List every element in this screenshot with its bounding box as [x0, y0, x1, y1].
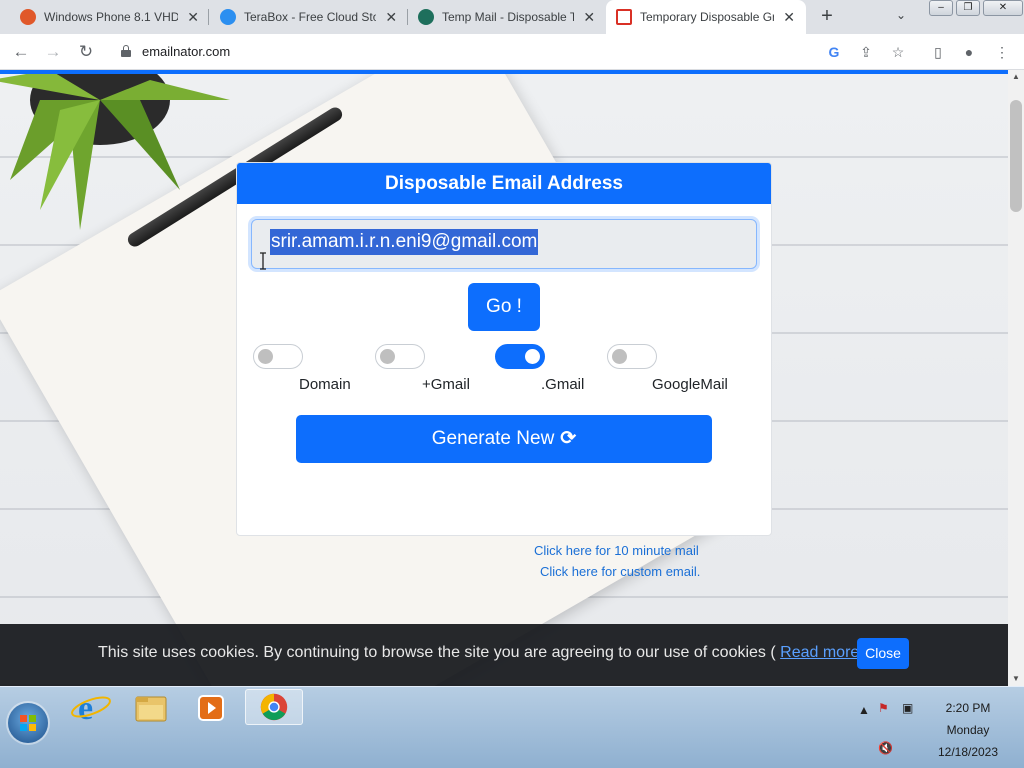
maximize-button[interactable]: ❐: [956, 0, 980, 16]
svg-text:e: e: [78, 690, 93, 725]
scroll-down-arrow-icon[interactable]: ▼: [1008, 672, 1024, 686]
dot-gmail-label: .Gmail: [541, 376, 585, 393]
cookie-banner: This site uses cookies. By continuing to…: [0, 624, 1008, 686]
windows-logo-icon: [20, 715, 36, 731]
window-controls: – ❐ ✕: [926, 0, 1023, 16]
tab-divider: [208, 9, 209, 25]
close-tab-icon[interactable]: ✕: [384, 9, 398, 26]
new-tab-button[interactable]: +: [816, 6, 838, 28]
tab-title: TeraBox - Free Cloud Stor: [244, 10, 377, 24]
custom-email-link[interactable]: Click here for custom email.: [540, 564, 700, 579]
cookie-close-button[interactable]: Close: [857, 638, 909, 669]
share-icon[interactable]: ⇪: [856, 42, 876, 62]
tab-title: Temp Mail - Disposable Te: [442, 10, 575, 24]
top-accent-bar: [0, 70, 1008, 74]
plus-gmail-toggle[interactable]: [375, 344, 425, 369]
clock-day: Monday: [946, 723, 990, 737]
side-panel-icon[interactable]: ▯: [928, 42, 948, 62]
show-hidden-icons-arrow-icon[interactable]: ▲: [858, 703, 870, 717]
volume-muted-icon[interactable]: 🔇: [878, 741, 893, 755]
email-address-selected-text[interactable]: srir.amam.i.r.n.eni9@gmail.com: [270, 229, 539, 255]
email-address-field[interactable]: srir.amam.i.r.n.eni9@gmail.com: [251, 219, 757, 270]
ten-minute-mail-link[interactable]: Click here for 10 minute mail: [534, 543, 699, 558]
reddit-favicon-icon: [20, 9, 36, 25]
page-scrollbar[interactable]: ▲ ▼: [1008, 70, 1024, 686]
tab-windows-phone[interactable]: Windows Phone 8.1 VHD ✕: [10, 0, 210, 34]
generate-new-button[interactable]: Generate New ⟳: [296, 415, 712, 463]
chrome-taskbar-icon[interactable]: [245, 689, 303, 725]
scrollbar-thumb[interactable]: [1010, 100, 1022, 212]
go-button[interactable]: Go !: [468, 283, 540, 331]
close-tab-icon[interactable]: ✕: [186, 9, 200, 26]
plus-gmail-label: +Gmail: [422, 376, 470, 393]
tab-bar: Windows Phone 8.1 VHD ✕ TeraBox - Free C…: [0, 0, 1024, 34]
gmail-favicon-icon: [616, 9, 632, 25]
profile-avatar-icon[interactable]: ●: [959, 42, 979, 62]
forward-arrow-icon[interactable]: →: [41, 40, 65, 64]
generate-new-label: Generate New: [431, 428, 555, 449]
action-center-flag-icon[interactable]: ⚑: [878, 701, 889, 715]
scroll-up-arrow-icon[interactable]: ▲: [1008, 70, 1024, 84]
lock-icon[interactable]: [121, 45, 131, 57]
start-button[interactable]: [8, 703, 48, 743]
close-window-button[interactable]: ✕: [983, 0, 1023, 16]
url-text[interactable]: emailnator.com: [142, 44, 230, 59]
minimize-button[interactable]: –: [929, 0, 953, 16]
googlemail-toggle[interactable]: [607, 344, 657, 369]
clock-date: 12/18/2023: [937, 745, 999, 759]
googlemail-label: GoogleMail: [652, 376, 728, 393]
domain-label: Domain: [299, 376, 351, 393]
google-translate-icon[interactable]: G: [824, 42, 844, 62]
internet-explorer-taskbar-icon[interactable]: e: [62, 689, 120, 727]
system-clock[interactable]: 2:20 PM Monday 12/18/2023: [920, 697, 1016, 763]
network-icon[interactable]: ▣: [902, 701, 913, 715]
menu-kebab-icon[interactable]: ⋮: [992, 42, 1012, 62]
tab-title: Windows Phone 8.1 VHD: [44, 10, 179, 24]
file-explorer-taskbar-icon[interactable]: [122, 689, 180, 725]
refresh-icon: ⟳: [560, 428, 577, 449]
tab-search-chevron-icon[interactable]: ⌄: [896, 8, 906, 22]
reload-icon[interactable]: ↻: [74, 40, 98, 64]
temp-mail-favicon-icon: [418, 9, 434, 25]
background-plant-image: [0, 70, 230, 230]
bookmark-star-icon[interactable]: ☆: [888, 42, 908, 62]
terabox-favicon-icon: [220, 9, 236, 25]
address-bar[interactable]: emailnator.com: [108, 38, 918, 66]
close-tab-icon[interactable]: ✕: [582, 9, 596, 26]
read-more-link[interactable]: Read more: [780, 644, 859, 661]
text-cursor-icon: [260, 252, 266, 270]
card-title: Disposable Email Address: [237, 163, 771, 204]
close-tab-icon[interactable]: ✕: [782, 9, 796, 26]
tab-terabox[interactable]: TeraBox - Free Cloud Stor ✕: [210, 0, 408, 34]
tab-temp-mail[interactable]: Temp Mail - Disposable Te ✕: [408, 0, 606, 34]
back-arrow-icon[interactable]: ←: [9, 40, 33, 64]
cookie-message: This site uses cookies. By continuing to…: [98, 644, 865, 662]
windows-taskbar: e ▲ ⚑ ▣ 🔇 2:20 PM Monday 12/18/2023: [0, 686, 1024, 768]
media-player-taskbar-icon[interactable]: [182, 689, 240, 725]
disposable-email-card: Disposable Email Address srir.amam.i.r.n…: [236, 162, 772, 536]
clock-time: 2:20 PM: [945, 701, 991, 715]
dot-gmail-toggle[interactable]: [495, 344, 545, 369]
tab-temporary-disposable-gmail[interactable]: Temporary Disposable Gm ✕: [606, 0, 806, 34]
tab-title: Temporary Disposable Gm: [640, 10, 775, 24]
browser-toolbar: ← → ↻ emailnator.com G ⇪ ☆ ▯ ● ⋮: [0, 34, 1024, 70]
cookie-text: This site uses cookies. By continuing to…: [98, 644, 776, 661]
domain-toggle[interactable]: [253, 344, 303, 369]
